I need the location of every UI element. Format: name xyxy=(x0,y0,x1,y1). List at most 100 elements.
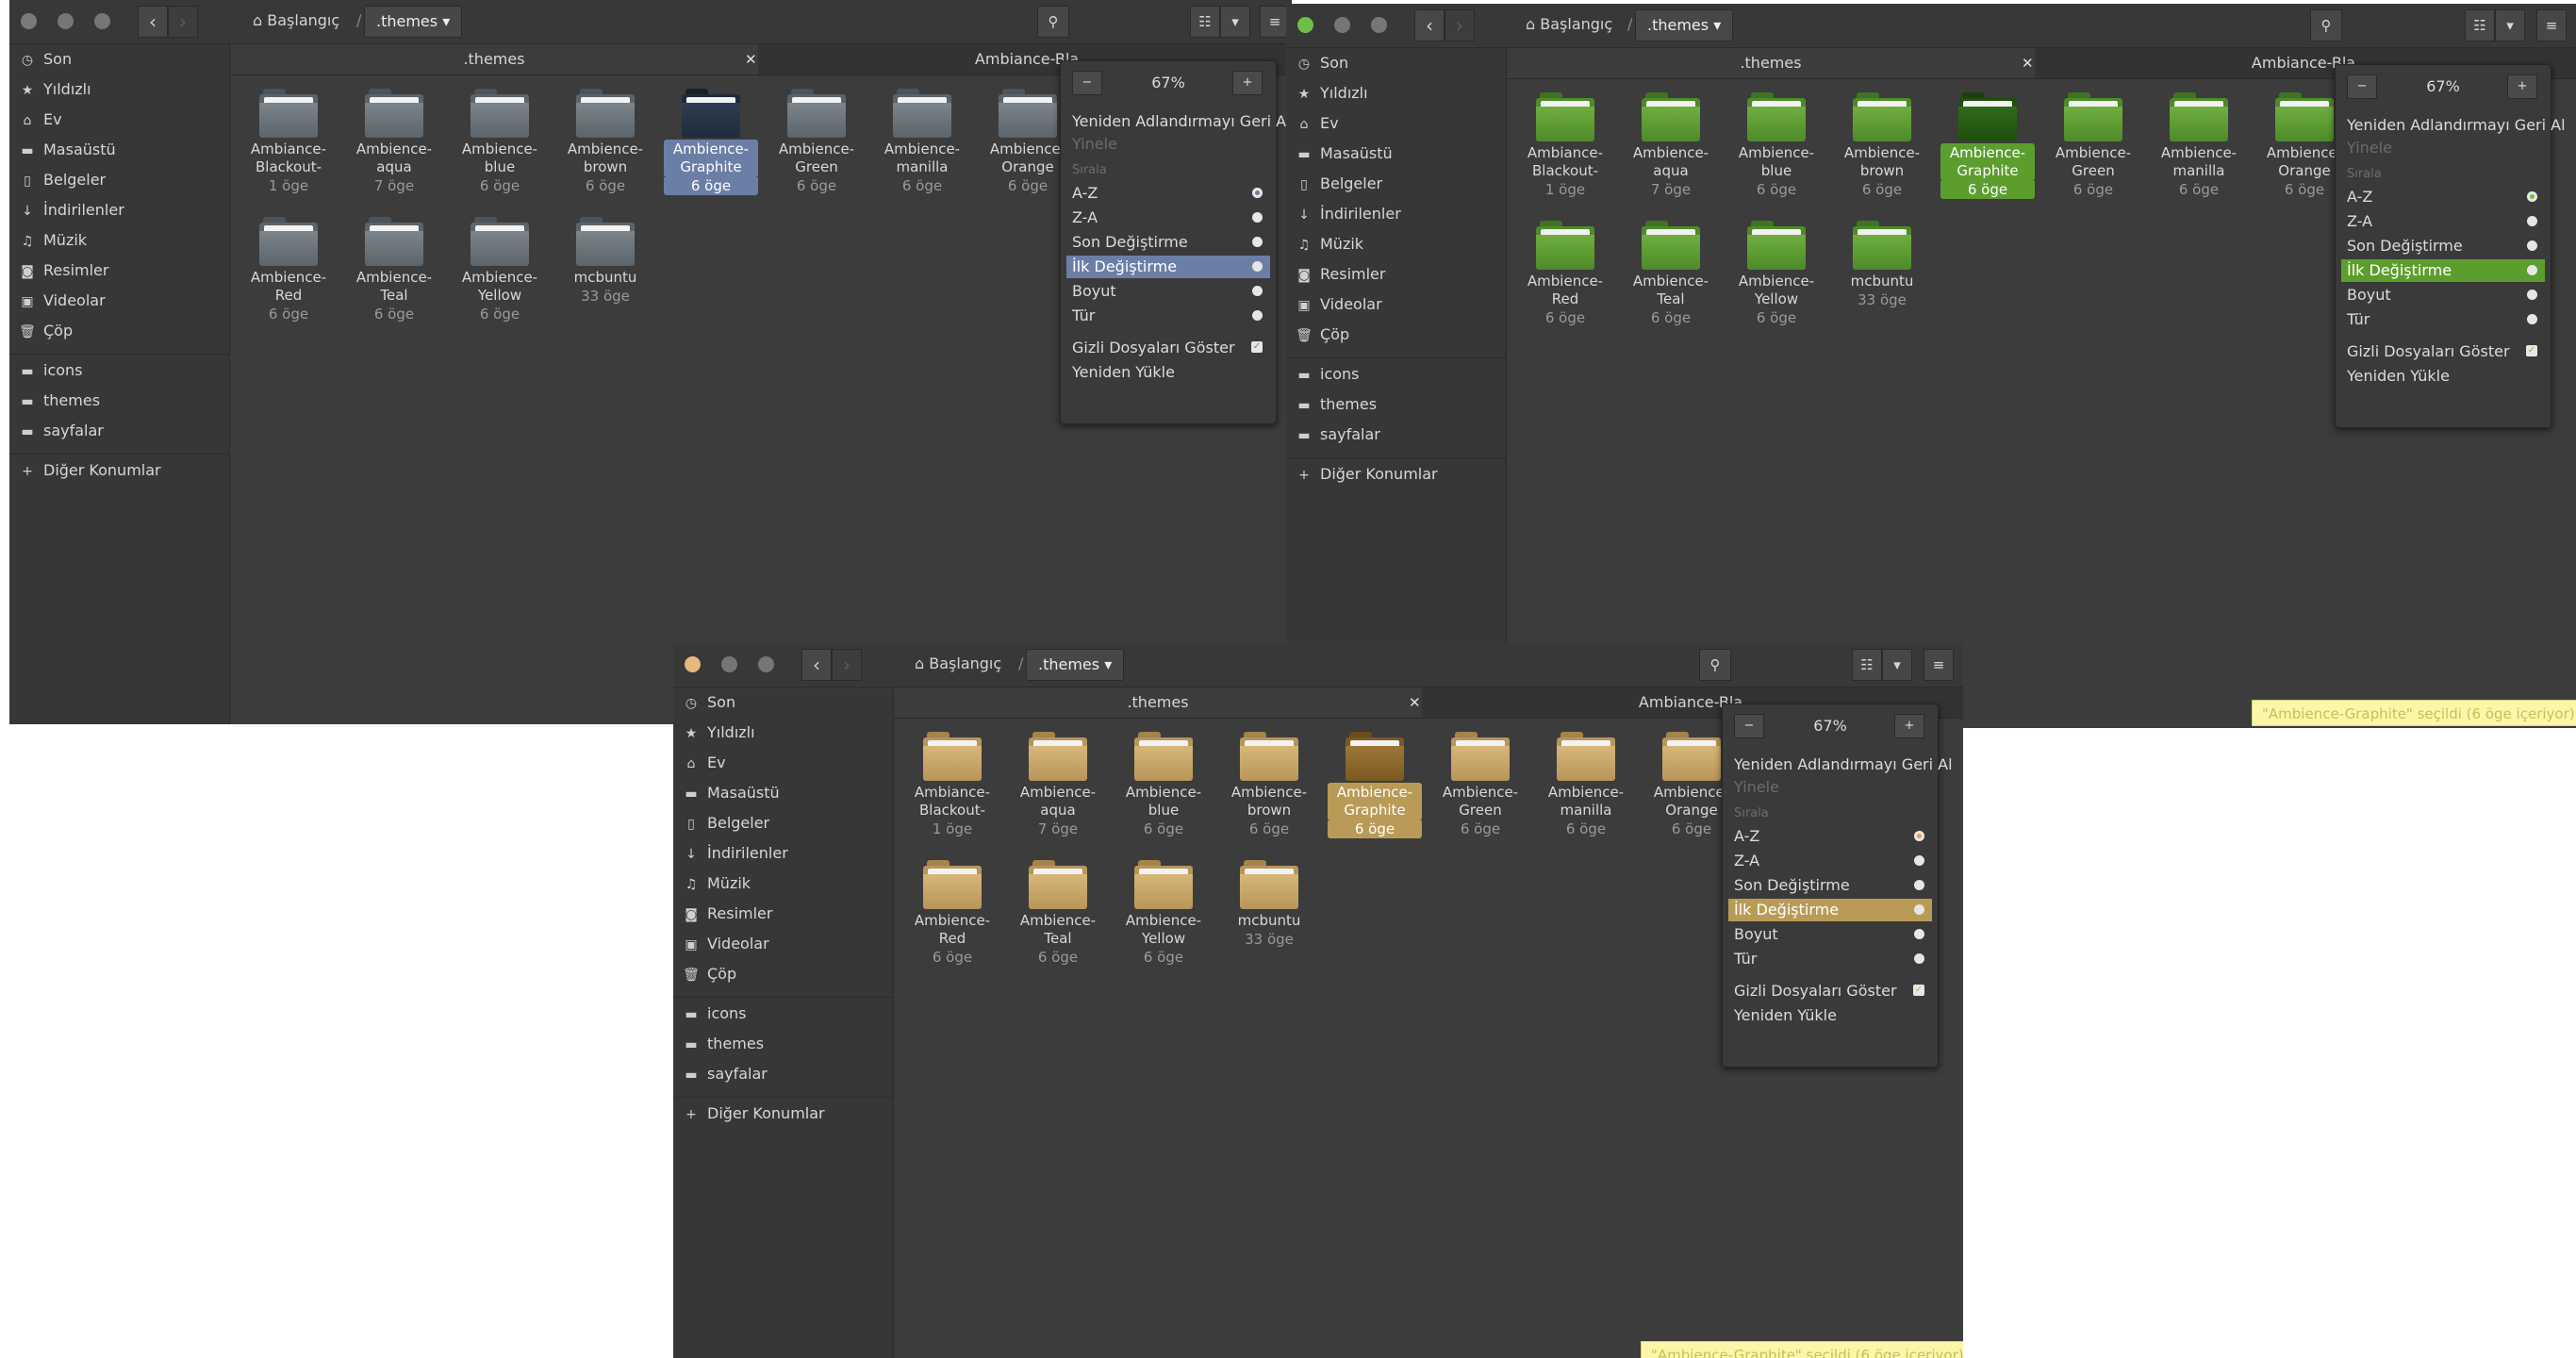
sidebar-item-videolar[interactable]: ▣ Videolar xyxy=(19,291,105,318)
radio-button[interactable] xyxy=(1914,929,1924,939)
sidebar-item-cop[interactable]: 🗑 Çöp xyxy=(1296,325,1349,352)
sidebar-item-indirilenler[interactable]: ↓ İndirilenler xyxy=(19,201,124,227)
folder-item[interactable]: Ambience-Red 6 öge xyxy=(1518,221,1612,327)
sidebar-item-masaustu[interactable]: ▬ Masaüstü xyxy=(683,784,779,810)
folder-item[interactable]: Ambience-Green 6 öge xyxy=(769,89,864,195)
sidebar-item-resimler[interactable]: ◙ Resimler xyxy=(1296,265,1385,291)
folder-item[interactable]: Ambience-Teal 6 öge xyxy=(1011,860,1105,967)
sidebar-item-yildizli[interactable]: ★ Yıldızlı xyxy=(683,723,755,750)
sort-option[interactable]: Tür xyxy=(1066,305,1270,327)
menu-button[interactable]: ≡ xyxy=(1924,649,1954,681)
folder-item[interactable]: Ambience-blue 6 öge xyxy=(1729,92,1824,199)
view-toggle-button[interactable]: ☷ xyxy=(1190,6,1220,38)
sort-option[interactable]: Son Değiştirme xyxy=(1066,231,1270,254)
sidebar-item-muzik[interactable]: ♫ Müzik xyxy=(683,874,751,901)
folder-item[interactable]: mcbuntu 33 öge xyxy=(1835,221,1929,309)
breadcrumb-current[interactable]: .themes ▾ xyxy=(364,6,463,38)
sidebar-bookmark-themes[interactable]: ▬ themes xyxy=(19,391,100,418)
radio-button[interactable] xyxy=(1914,855,1924,866)
radio-button[interactable] xyxy=(2527,265,2537,275)
folder-item[interactable]: Ambience-brown 6 öge xyxy=(1835,92,1929,199)
folder-item[interactable]: Ambience-blue 6 öge xyxy=(453,89,547,195)
view-options-button[interactable]: ▾ xyxy=(2495,9,2525,41)
folder-item[interactable]: Ambience-Teal 6 öge xyxy=(347,217,441,323)
folder-item[interactable]: Ambience-Green 6 öge xyxy=(2046,92,2140,199)
sidebar-bookmark-themes[interactable]: ▬ themes xyxy=(1296,395,1377,422)
folder-item[interactable]: Ambience-manilla 6 öge xyxy=(875,89,969,195)
forward-button[interactable]: › xyxy=(1445,9,1475,41)
reload-item[interactable]: Yeniden Yükle xyxy=(1066,361,1270,384)
sidebar-item-cop[interactable]: 🗑 Çöp xyxy=(19,322,73,348)
folder-item[interactable]: mcbuntu 33 öge xyxy=(1222,860,1316,949)
sidebar-item-yildizli[interactable]: ★ Yıldızlı xyxy=(1296,84,1368,110)
undo-rename-item[interactable]: Yeniden Adlandırmayı Geri Al xyxy=(1728,754,1953,776)
sort-option[interactable]: İlk Değiştirme xyxy=(1066,256,1270,278)
undo-rename-item[interactable]: Yeniden Adlandırmayı Geri Al xyxy=(2341,114,2566,137)
view-toggle-button[interactable]: ☷ xyxy=(2465,9,2495,41)
radio-button[interactable] xyxy=(1914,953,1924,964)
radio-button[interactable] xyxy=(1914,904,1924,915)
sidebar-item-son[interactable]: ◷ Son xyxy=(683,693,735,720)
sort-option[interactable]: A-Z xyxy=(2341,186,2545,208)
back-button[interactable]: ‹ xyxy=(1414,9,1445,41)
menu-button[interactable]: ≡ xyxy=(2536,9,2567,41)
radio-button[interactable] xyxy=(1914,831,1924,841)
sidebar-bookmark-icons[interactable]: ▬ icons xyxy=(19,361,82,388)
breadcrumb-current[interactable]: .themes ▾ xyxy=(1635,9,1734,41)
sidebar-item-son[interactable]: ◷ Son xyxy=(19,50,72,76)
close-tab-button[interactable]: ✕ xyxy=(2022,48,2034,78)
breadcrumb-home[interactable]: ⌂ Başlangıç xyxy=(915,654,1001,672)
show-hidden-files-item[interactable]: Gizli Dosyaları Göster ✓ xyxy=(1728,980,1932,1002)
radio-button[interactable] xyxy=(1252,310,1263,321)
sort-option[interactable]: Son Değiştirme xyxy=(2341,235,2545,257)
sort-option[interactable]: Boyut xyxy=(1066,280,1270,303)
checkbox[interactable]: ✓ xyxy=(1913,985,1924,996)
folder-item[interactable]: Ambience-Yellow 6 öge xyxy=(453,217,547,323)
sidebar-item-resimler[interactable]: ◙ Resimler xyxy=(19,261,108,288)
sort-option[interactable]: Boyut xyxy=(1728,923,1932,946)
sort-option[interactable]: Tür xyxy=(1728,948,1932,970)
sort-option[interactable]: Z-A xyxy=(2341,210,2545,233)
breadcrumb-home[interactable]: ⌂ Başlangıç xyxy=(1526,15,1612,33)
view-options-button[interactable]: ▾ xyxy=(1220,6,1250,38)
close-tab-button[interactable]: ✕ xyxy=(745,44,757,75)
folder-item[interactable]: Ambience-aqua 7 öge xyxy=(347,89,441,195)
sidebar-item-ev[interactable]: ⌂ Ev xyxy=(1296,114,1339,141)
sort-option[interactable]: A-Z xyxy=(1066,182,1270,205)
folder-item[interactable]: Ambience-Teal 6 öge xyxy=(1624,221,1718,327)
radio-button[interactable] xyxy=(1252,212,1263,223)
folder-item[interactable]: Ambience-brown 6 öge xyxy=(558,89,652,195)
folder-item[interactable]: Ambiance-Blackout- 1 öge xyxy=(241,89,336,195)
checkbox[interactable]: ✓ xyxy=(1251,341,1263,353)
sidebar-item-belgeler[interactable]: ▯ Belgeler xyxy=(683,814,769,840)
sidebar-item-muzik[interactable]: ♫ Müzik xyxy=(1296,235,1363,261)
minimize-window-button[interactable] xyxy=(721,656,737,672)
back-button[interactable]: ‹ xyxy=(801,649,832,681)
zoom-out-button[interactable]: − xyxy=(1072,71,1102,95)
forward-button[interactable]: › xyxy=(168,6,198,38)
radio-button[interactable] xyxy=(1914,880,1924,890)
close-window-button[interactable] xyxy=(1297,17,1313,33)
folder-item[interactable]: Ambiance-Blackout- 1 öge xyxy=(905,732,999,838)
sort-option[interactable]: Tür xyxy=(2341,308,2545,331)
breadcrumb-home[interactable]: ⌂ Başlangıç xyxy=(253,11,339,29)
minimize-window-button[interactable] xyxy=(58,13,74,29)
zoom-in-button[interactable]: + xyxy=(1232,71,1263,95)
folder-item[interactable]: Ambience-Green 6 öge xyxy=(1433,732,1527,838)
reload-item[interactable]: Yeniden Yükle xyxy=(1728,1004,1932,1027)
zoom-in-button[interactable]: + xyxy=(2507,75,2537,99)
folder-item[interactable]: Ambience-Red 6 öge xyxy=(905,860,999,967)
zoom-out-button[interactable]: − xyxy=(1734,714,1764,738)
sidebar-other-locations[interactable]: + Diğer Konumlar xyxy=(683,1104,824,1131)
sidebar-item-videolar[interactable]: ▣ Videolar xyxy=(1296,295,1381,322)
folder-item[interactable]: Ambience-Graphite 6 öge xyxy=(1940,92,2035,199)
zoom-in-button[interactable]: + xyxy=(1894,714,1924,738)
radio-button[interactable] xyxy=(1252,261,1263,272)
folder-item[interactable]: mcbuntu 33 öge xyxy=(558,217,652,306)
folder-item[interactable]: Ambience-manilla 6 öge xyxy=(1539,732,1633,838)
back-button[interactable]: ‹ xyxy=(138,6,168,38)
sidebar-item-ev[interactable]: ⌂ Ev xyxy=(19,110,62,137)
sidebar-item-videolar[interactable]: ▣ Videolar xyxy=(683,935,768,961)
tab-themes[interactable]: .themes xyxy=(1507,48,2035,78)
breadcrumb-current[interactable]: .themes ▾ xyxy=(1026,649,1125,681)
